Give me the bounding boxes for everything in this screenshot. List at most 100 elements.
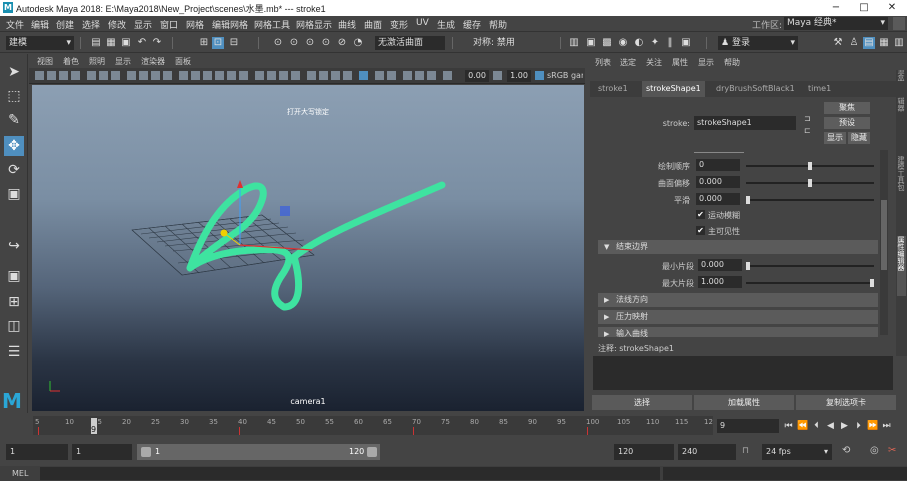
min-clip-field[interactable]: 0.000 bbox=[698, 259, 742, 271]
menu-create[interactable]: 创建 bbox=[56, 18, 74, 31]
scene-canvas[interactable] bbox=[32, 85, 584, 411]
vp-menu-renderer[interactable]: 渲染器 bbox=[141, 56, 165, 67]
paint-select-icon[interactable]: ✎ bbox=[4, 110, 24, 130]
menu-window[interactable]: 窗口 bbox=[160, 18, 178, 31]
live-surface-field[interactable]: 无激活曲面 bbox=[375, 36, 445, 50]
play-forwards-icon[interactable]: ▶ bbox=[839, 420, 850, 432]
step-back-frame-icon[interactable]: ⏴ bbox=[811, 420, 822, 432]
menu-mesh-display[interactable]: 网格显示 bbox=[296, 18, 332, 31]
wireframe-icon[interactable] bbox=[179, 71, 188, 80]
colorspace-label[interactable]: sRGB gamma bbox=[547, 71, 583, 80]
workspace-dropdown[interactable]: Maya 经典* ▾ bbox=[784, 17, 888, 30]
animation-start-field[interactable]: 1 bbox=[6, 444, 68, 460]
lasso-tool-icon[interactable]: ⬚ bbox=[4, 86, 24, 106]
far-clip-field[interactable]: 1.00 bbox=[507, 70, 531, 82]
minimize-button[interactable]: − bbox=[822, 0, 850, 16]
max-clip-slider[interactable] bbox=[746, 282, 874, 284]
film-gate-icon[interactable] bbox=[99, 71, 108, 80]
go-to-output-icon[interactable]: ⊏ bbox=[804, 126, 811, 135]
tool-settings-icon[interactable]: ▦ bbox=[878, 37, 890, 49]
open-scene-icon[interactable]: ▦ bbox=[105, 37, 117, 49]
scrollbar-thumb[interactable] bbox=[881, 200, 887, 270]
mel-label[interactable]: MEL bbox=[12, 469, 28, 478]
hide-button[interactable]: 隐藏 bbox=[848, 132, 870, 144]
xray-icon[interactable] bbox=[331, 71, 340, 80]
menu-help[interactable]: 帮助 bbox=[489, 18, 507, 31]
side-tab-channel-box[interactable]: 通道盒/层编辑器 bbox=[897, 60, 906, 140]
step-back-key-icon[interactable]: ⏪ bbox=[797, 420, 808, 432]
menu-edit-mesh[interactable]: 编辑网格 bbox=[212, 18, 248, 31]
xray-joints-icon[interactable] bbox=[343, 71, 352, 80]
channel-box-icon[interactable]: ▥ bbox=[893, 37, 905, 49]
surface-offset-field[interactable]: 0.000 bbox=[696, 176, 740, 188]
snap-grid-icon[interactable]: ⊙ bbox=[272, 37, 284, 49]
vp-menu-shading[interactable]: 着色 bbox=[63, 56, 79, 67]
ae-menu-show[interactable]: 显示 bbox=[698, 57, 714, 68]
field-chart-icon[interactable] bbox=[139, 71, 148, 80]
rotate-tool-icon[interactable]: ⟳ bbox=[4, 160, 24, 180]
scale-tool-icon[interactable]: ▣ bbox=[4, 184, 24, 204]
animation-end-field[interactable]: 240 bbox=[678, 444, 736, 460]
default-material-icon[interactable] bbox=[203, 71, 212, 80]
image-plane-icon[interactable] bbox=[71, 71, 80, 80]
max-clip-field[interactable]: 1.000 bbox=[698, 276, 742, 288]
depth-of-field-icon[interactable] bbox=[307, 71, 316, 80]
stroke-name-field[interactable]: strokeShape1 bbox=[694, 116, 796, 130]
vp-menu-lighting[interactable]: 照明 bbox=[89, 56, 105, 67]
playback-end-field[interactable]: 120 bbox=[614, 444, 674, 460]
gamma-icon[interactable] bbox=[387, 71, 396, 80]
hud-icon[interactable] bbox=[415, 71, 424, 80]
presets-button[interactable]: 预设 bbox=[824, 117, 870, 129]
tab-drybrush[interactable]: dryBrushSoftBlack1 bbox=[712, 81, 799, 97]
render-settings-icon[interactable]: ◉ bbox=[617, 37, 629, 49]
menu-curves[interactable]: 曲线 bbox=[338, 18, 356, 31]
vp-menu-panels[interactable]: 面板 bbox=[175, 56, 191, 67]
max-clip-knob[interactable] bbox=[870, 279, 874, 287]
viewport-panel[interactable]: 打开大写锁定 camera1 bbox=[32, 85, 584, 411]
textured-icon[interactable] bbox=[227, 71, 236, 80]
menu-file[interactable]: 文件 bbox=[6, 18, 24, 31]
primary-visibility-checkbox[interactable]: ✔ bbox=[696, 226, 705, 235]
vp-menu-view[interactable]: 视图 bbox=[37, 56, 53, 67]
section-input-curves[interactable]: ▶ 输入曲线 bbox=[598, 327, 878, 337]
show-button[interactable]: 显示 bbox=[824, 132, 846, 144]
lights-icon[interactable] bbox=[239, 71, 248, 80]
section-normal-direction[interactable]: ▶ 法线方向 bbox=[598, 293, 878, 307]
side-tab-modeling-toolkit[interactable]: 建模工具包 bbox=[897, 156, 906, 216]
range-handle-right[interactable] bbox=[367, 447, 377, 457]
motion-blur-icon[interactable] bbox=[279, 71, 288, 80]
bookmark-icon[interactable] bbox=[59, 71, 68, 80]
xray-active-icon[interactable] bbox=[359, 71, 368, 80]
single-view-icon[interactable]: ▣ bbox=[4, 266, 24, 286]
view-transform-icon[interactable] bbox=[403, 71, 412, 80]
playback-start-field[interactable]: 1 bbox=[72, 444, 132, 460]
tab-time1[interactable]: time1 bbox=[804, 81, 835, 97]
smooth-knob[interactable] bbox=[746, 196, 750, 204]
copy-tab-button[interactable]: 复制选项卡 bbox=[796, 395, 896, 410]
near-clip-field[interactable]: 0.00 bbox=[465, 70, 489, 82]
section-end-bounds[interactable]: ▼ 结束边界 bbox=[598, 240, 878, 254]
draw-order-field[interactable]: 0 bbox=[696, 159, 740, 171]
menu-modify[interactable]: 修改 bbox=[108, 18, 126, 31]
smooth-slider[interactable] bbox=[746, 199, 874, 201]
motion-blur-checkbox[interactable]: ✔ bbox=[696, 210, 705, 219]
four-view-icon[interactable]: ⊞ bbox=[4, 292, 24, 312]
new-scene-icon[interactable]: ▤ bbox=[90, 37, 102, 49]
isolate-select-icon[interactable] bbox=[319, 71, 328, 80]
last-tool-icon[interactable]: ↪ bbox=[4, 236, 24, 256]
menu-uv[interactable]: UV bbox=[416, 18, 429, 28]
menu-set-dropdown[interactable]: 建模 ▾ bbox=[6, 36, 74, 50]
play-backwards-icon[interactable]: ◀ bbox=[825, 420, 836, 432]
ipr-render-icon[interactable]: ▩ bbox=[601, 37, 613, 49]
min-clip-knob[interactable] bbox=[746, 262, 750, 270]
time-slider-track[interactable]: 5 10 15 20 25 30 35 40 45 50 55 60 65 70… bbox=[33, 416, 713, 435]
redo-icon[interactable]: ↷ bbox=[151, 37, 163, 49]
menu-generate[interactable]: 生成 bbox=[437, 18, 455, 31]
step-forward-frame-icon[interactable]: ⏵ bbox=[853, 420, 864, 432]
render-sequence-icon[interactable]: ▣ bbox=[680, 37, 692, 49]
safe-title-icon[interactable] bbox=[163, 71, 172, 80]
select-component-icon[interactable]: ⊟ bbox=[228, 37, 240, 49]
select-button[interactable]: 选择 bbox=[592, 395, 692, 410]
select-object-icon[interactable]: ⊡ bbox=[212, 37, 224, 49]
tab-strokeshape1[interactable]: strokeShape1 bbox=[642, 81, 705, 97]
